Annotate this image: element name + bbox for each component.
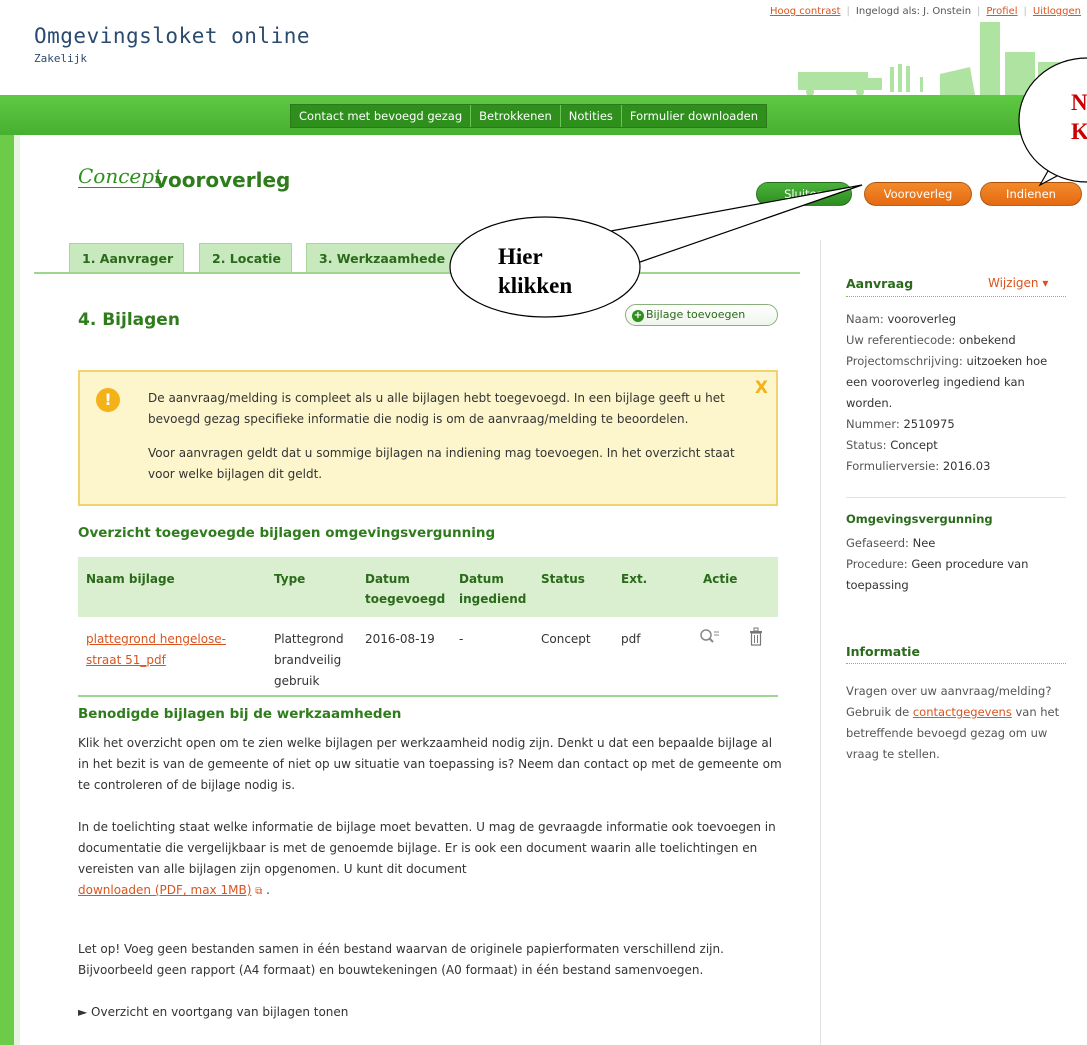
table-header: Naam bijlage Type Datum toegevoegd Datum i… <box>78 557 778 617</box>
sidebar-version: Formulierversie: 2016.03 <box>846 459 991 473</box>
col-status: Status <box>541 572 585 586</box>
sidebar-procedure: Procedure: Geen procedure van toepassing <box>846 557 1029 592</box>
page-title: vooroverleg <box>155 168 291 192</box>
warning-paragraph-2: Voor aanvragen geldt dat u sommige bijla… <box>148 446 735 481</box>
top-links: Hoog contrast | Ingelogd als: J. Onstein | P… <box>770 6 1081 17</box>
tab-werkzaamheden[interactable]: 3. Werkzaamhede <box>306 243 466 273</box>
sidebar-rule-2 <box>846 663 1066 664</box>
col-action: Actie <box>703 572 738 586</box>
attachment-date-submitted: - <box>459 632 464 646</box>
col-name: Naam bijlage <box>86 572 175 586</box>
sidebar-permit-details: Gefaseerd: Nee Procedure: Geen procedure… <box>846 533 1071 596</box>
skyline-illustration <box>798 22 1060 95</box>
sidebar-separator <box>846 497 1066 498</box>
table-row: plattegrond hengelose-straat 51_pdf Plat… <box>78 617 778 697</box>
required-paragraph-2: In de toelichting staat welke informatie… <box>78 820 776 897</box>
sidebar-permit-title: Omgevingsvergunning <box>846 512 993 526</box>
concept-label: Concept <box>78 164 163 188</box>
download-link[interactable]: downloaden (PDF, max 1MB) <box>78 883 251 897</box>
col-type: Type <box>274 572 306 586</box>
attachment-name-link[interactable]: plattegrond hengelose-straat 51_pdf <box>86 629 226 671</box>
view-icon[interactable] <box>698 627 720 647</box>
edit-dropdown[interactable]: Wijzigen ▾ <box>988 276 1048 290</box>
warning-icon: ! <box>96 388 120 412</box>
attachment-date-added: 2016-08-19 <box>365 632 435 646</box>
attachment-status: Concept <box>541 632 591 646</box>
sidebar-name: Naam: vooroverleg <box>846 312 957 326</box>
high-contrast-link[interactable]: Hoog contrast <box>770 6 841 17</box>
tab-aanvrager[interactable]: 1. Aanvrager <box>69 243 185 273</box>
logged-in-text: Ingelogd als: J. Onstein <box>855 6 972 17</box>
callout-right: N K <box>1071 90 1087 144</box>
warning-text: De aanvraag/melding is compleet als u al… <box>148 388 748 485</box>
attachments-table: Naam bijlage Type Datum toegevoegd Datum i… <box>78 557 778 697</box>
left-stripe <box>0 135 14 1045</box>
sidebar-description: Projectomschrijving: uitzoeken hoe een v… <box>846 354 1048 410</box>
profile-link[interactable]: Profiel <box>986 6 1017 17</box>
sidebar-status: Status: Concept <box>846 438 938 452</box>
sidebar-ref: Uw referentiecode: onbekend <box>846 333 1016 347</box>
attachment-ext: pdf <box>621 632 641 646</box>
app-subtitle: Zakelijk <box>34 52 87 65</box>
overview-toggle[interactable]: ► Overzicht en voortgang van bijlagen to… <box>78 1005 348 1019</box>
sidebar-info-text: Vragen over uw aanvraag/melding? Gebruik… <box>846 684 1060 761</box>
warning-paragraph-1: De aanvraag/melding is compleet als u al… <box>148 391 725 426</box>
sidebar-phased: Gefaseerd: Nee <box>846 536 936 550</box>
required-paragraph-1: Klik het overzicht open om te zien welke… <box>78 736 782 792</box>
tab-locatie[interactable]: 2. Locatie <box>199 243 292 273</box>
col-date-submitted: Datum ingediend <box>459 572 527 606</box>
nav-contact[interactable]: Contact met bevoegd gezag <box>291 105 472 127</box>
sidebar-info-title: Informatie <box>846 644 920 659</box>
trash-icon[interactable] <box>748 627 764 647</box>
nav-formulier-downloaden[interactable]: Formulier downloaden <box>622 105 766 127</box>
app-title[interactable]: Omgevingsloket online <box>34 24 310 48</box>
header: Omgevingsloket online Zakelijk Hoog cont… <box>0 0 1087 95</box>
add-attachment-button[interactable]: + Bijlage toevoegen <box>625 304 778 326</box>
preconsult-button[interactable]: Vooroverleg <box>864 182 972 206</box>
close-icon[interactable]: X <box>755 378 768 398</box>
external-link-icon: ⧉ <box>255 886 263 897</box>
contact-details-link[interactable]: contactgegevens <box>913 705 1012 719</box>
logout-link[interactable]: Uitloggen <box>1033 6 1081 17</box>
overview-title: Overzicht toegevoegde bijlagen omgevings… <box>78 525 496 541</box>
sidebar-number: Nummer: 2510975 <box>846 417 955 431</box>
nav-notities[interactable]: Notities <box>561 105 622 127</box>
section-title: 4. Bijlagen <box>78 310 180 330</box>
tabs-underline <box>34 272 800 274</box>
callout-click-here: Hier klikken <box>498 244 573 298</box>
col-ext: Ext. <box>621 572 648 586</box>
sidebar-request-title: Aanvraag <box>846 276 914 291</box>
submit-button[interactable]: Indienen <box>980 182 1082 206</box>
add-attachment-label: Bijlage toevoegen <box>646 308 746 321</box>
nav-betrokkenen[interactable]: Betrokkenen <box>471 105 561 127</box>
col-date-added: Datum toegevoegd <box>365 572 446 606</box>
attachment-type: Plattegrond brandveilig gebruik <box>274 632 344 688</box>
info-warning-box: ! X De aanvraag/melding is compleet als … <box>78 370 778 506</box>
top-nav-tabs: Contact met bevoegd gezag Betrokkenen No… <box>290 104 767 128</box>
sidebar-request-details: Naam: vooroverleg Uw referentiecode: onb… <box>846 309 1071 477</box>
sidebar-rule <box>846 296 1066 297</box>
close-button[interactable]: Sluiten <box>756 182 852 206</box>
plus-icon: + <box>632 310 644 322</box>
sidebar-divider <box>820 240 821 1045</box>
required-paragraph-3: Let op! Voeg geen bestanden samen in één… <box>78 942 724 977</box>
required-title: Benodigde bijlagen bij de werkzaamheden <box>78 706 402 722</box>
